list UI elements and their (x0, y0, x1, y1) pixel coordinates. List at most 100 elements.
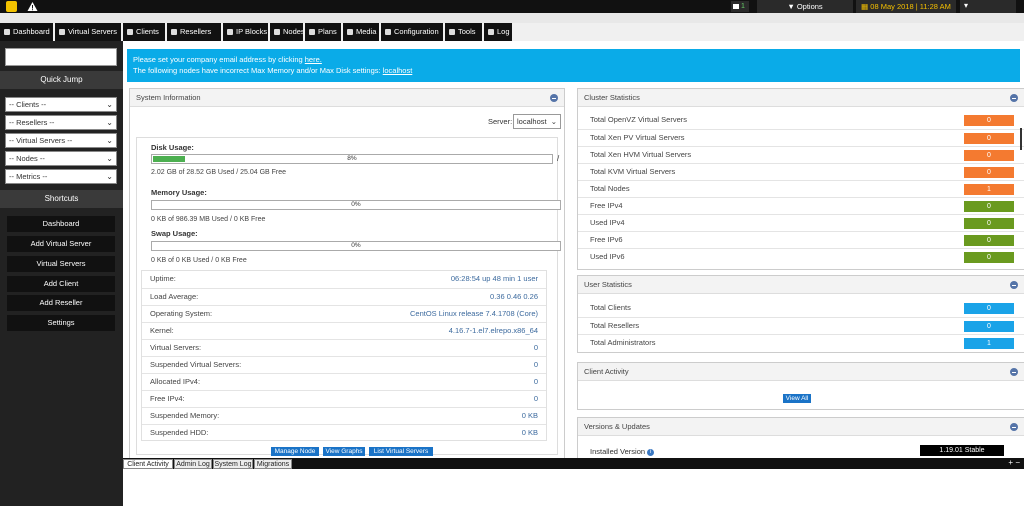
count-badge: 1 (964, 184, 1014, 195)
shortcut-add-virtual-server-button[interactable]: Add Virtual Server (7, 236, 115, 252)
stat-row-allocated-ipv4: Allocated IPv4: 0 (142, 373, 546, 390)
stat-row-kernel: Kernel: 4.16.7-1.el7.elrepo.x86_64 (142, 322, 546, 339)
disk-usage-detail: 2.02 GB of 28.52 GB Used / 25.04 GB Free (151, 169, 287, 176)
list-virtual-servers-button[interactable]: List Virtual Servers (369, 447, 433, 456)
swap-usage-detail: 0 KB of 0 KB Used / 0 KB Free (151, 257, 247, 264)
calendar-icon: ▦ (861, 2, 869, 11)
users-icon (127, 29, 133, 36)
panel-header: User Statistics (578, 276, 1024, 294)
cluster-row-total-nodes: Total Nodes 1 (578, 180, 1024, 197)
mail-button[interactable]: 1 (731, 1, 749, 12)
system-details-box: Disk Usage: 8% / 2.02 GB of 28.52 GB Use… (136, 137, 561, 455)
view-graphs-button[interactable]: View Graphs (323, 447, 365, 456)
stat-row-virtual-servers: Virtual Servers: 0 (142, 339, 546, 356)
nav-tab-plans[interactable]: Plans (305, 23, 341, 41)
panel-header: Cluster Statistics (578, 89, 1024, 107)
count-badge: 0 (964, 235, 1014, 246)
shortcut-dashboard-button[interactable]: Dashboard (7, 216, 115, 232)
cluster-row-free-ipv4: Free IPv4 0 (578, 197, 1024, 214)
user-row-total-clients: Total Clients 0 (578, 300, 1024, 317)
collapse-icon[interactable] (1010, 281, 1018, 289)
tab-admin-log[interactable]: Admin Log (174, 459, 212, 469)
chevron-down-icon: ⌄ (550, 117, 557, 126)
gear-icon (385, 29, 391, 36)
chevron-down-icon: ⌄ (106, 172, 113, 181)
cluster-row-kvm: Total KVM Virtual Servers 0 (578, 163, 1024, 180)
options-button[interactable]: ▼ Options (757, 0, 853, 13)
chevron-down-icon: ⌄ (106, 118, 113, 127)
panel-header: Versions & Updates (578, 418, 1024, 436)
tab-system-log[interactable]: System Log (213, 459, 253, 469)
virtual-servers-select[interactable]: -- Virtual Servers -- ⌄ (5, 133, 117, 148)
sticky-note-icon[interactable] (6, 1, 17, 12)
nav-tab-tools[interactable]: Tools (445, 23, 482, 41)
clients-select[interactable]: -- Clients -- ⌄ (5, 97, 117, 112)
count-badge: 1 (964, 338, 1014, 349)
plans-icon (309, 29, 315, 36)
tab-client-activity[interactable]: Client Activity (123, 459, 173, 469)
resellers-select[interactable]: -- Resellers -- ⌄ (5, 115, 117, 130)
memory-usage-detail: 0 KB of 986.39 MB Used / 0 KB Free (151, 216, 266, 223)
shortcut-add-reseller-button[interactable]: Add Reseller (7, 295, 115, 311)
shortcut-settings-button[interactable]: Settings (7, 315, 115, 331)
disk-usage-label: Disk Usage: (151, 143, 194, 152)
nav-tab-media[interactable]: Media (343, 23, 379, 41)
alert-line-1: Please set your company email address by… (133, 55, 322, 64)
disk-usage-bar: 8% (151, 154, 553, 164)
count-badge: 0 (964, 167, 1014, 178)
user-statistics-panel: User Statistics Total Clients 0 Total Res… (577, 275, 1024, 353)
chevron-down-icon: ⌄ (106, 136, 113, 145)
cluster-row-used-ipv6: Used IPv6 0 (578, 248, 1024, 265)
swap-usage-label: Swap Usage: (151, 229, 198, 238)
count-badge: 0 (964, 133, 1014, 144)
collapse-icon[interactable] (550, 94, 558, 102)
server-select[interactable]: localhost ⌄ (513, 114, 561, 129)
collapse-icon[interactable] (1010, 368, 1018, 376)
user-row-total-resellers: Total Resellers 0 (578, 317, 1024, 334)
cluster-statistics-panel: Cluster Statistics Total OpenVZ Virtual … (577, 88, 1024, 270)
alert-line-2: The following nodes have incorrect Max M… (133, 66, 413, 75)
count-badge: 0 (964, 115, 1014, 126)
nav-tab-dashboard[interactable]: Dashboard (0, 23, 53, 41)
nav-tab-configuration[interactable]: Configuration (381, 23, 443, 41)
quick-jump-search-input[interactable] (5, 48, 117, 66)
view-all-button[interactable]: View All (783, 394, 811, 403)
email-settings-link[interactable]: here. (305, 55, 322, 64)
nav-tab-resellers[interactable]: Resellers (167, 23, 221, 41)
collapse-icon[interactable] (1010, 94, 1018, 102)
user-menu-caret[interactable]: ▾ (960, 0, 1016, 13)
bottom-log-bar: Client Activity Admin Log System Log Mig… (123, 458, 1024, 469)
main-content: Please set your company email address by… (123, 41, 1024, 458)
shortcut-add-client-button[interactable]: Add Client (7, 276, 115, 292)
stat-row-load-average: Load Average: 0.36 0.46 0.26 (142, 288, 546, 305)
manage-node-button[interactable]: Manage Node (271, 447, 319, 456)
nav-tab-log[interactable]: Log (484, 23, 512, 41)
log-panel-controls[interactable]: + − (1008, 458, 1020, 468)
warning-icon[interactable] (27, 1, 38, 12)
installed-version-label: Installed Version i (590, 447, 655, 456)
installed-version-badge: 1.19.01 Stable (920, 445, 1004, 456)
info-icon[interactable]: i (647, 448, 655, 456)
chevron-down-icon: ⌄ (106, 154, 113, 163)
count-badge: 0 (964, 303, 1014, 314)
user-icon (171, 29, 177, 36)
node-settings-link[interactable]: localhost (383, 66, 413, 75)
scrollbar[interactable] (1020, 128, 1022, 150)
tab-migrations[interactable]: Migrations (254, 459, 292, 469)
nav-tab-clients[interactable]: Clients (123, 23, 165, 41)
collapse-icon[interactable] (1010, 423, 1018, 431)
metrics-select[interactable]: -- Metrics -- ⌄ (5, 169, 117, 184)
envelope-icon (733, 3, 739, 9)
nav-tab-nodes[interactable]: Nodes (270, 23, 303, 41)
home-icon (4, 29, 10, 36)
versions-updates-panel: Versions & Updates Installed Version i 1… (577, 417, 1024, 458)
system-stats-table: Uptime: 06:28:54 up 48 min 1 user Load Av… (141, 270, 547, 441)
list-icon (59, 29, 65, 36)
shortcut-virtual-servers-button[interactable]: Virtual Servers (7, 256, 115, 272)
media-icon (347, 29, 353, 36)
nav-tab-virtual-servers[interactable]: Virtual Servers (55, 23, 121, 41)
nav-tab-ip-blocks[interactable]: IP Blocks (223, 23, 268, 41)
server-icon (274, 29, 280, 36)
nodes-select[interactable]: -- Nodes -- ⌄ (5, 151, 117, 166)
count-badge: 0 (964, 321, 1014, 332)
